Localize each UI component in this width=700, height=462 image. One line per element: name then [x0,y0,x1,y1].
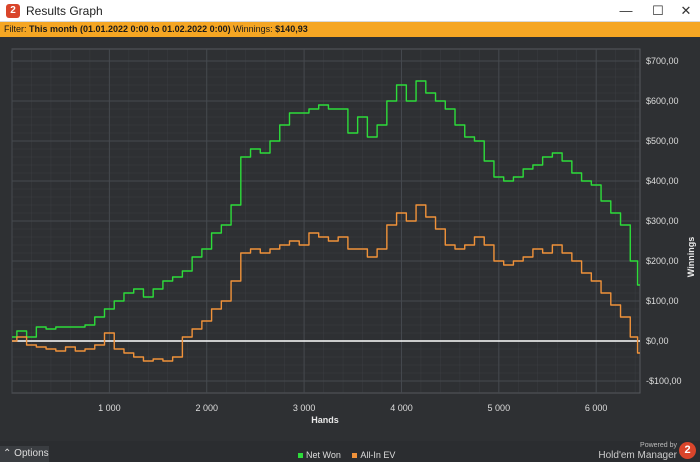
chevron-up-icon: ⌃ [3,448,12,459]
chart-area: 1 000 2 000 3 000 4 000 5 000 6 000 -$100,00 $0… [0,37,700,441]
title-bar: 2 Results Graph — ☐ ✕ [0,0,700,22]
y-axis-title: Winnings [686,237,696,277]
filter-label: Filter: [4,24,27,34]
y-tick-label: $200,00 [646,256,679,266]
close-button[interactable]: ✕ [672,0,700,22]
legend-item-all-in-ev[interactable]: All-In EV [352,450,395,460]
results-graph-window: 2 Results Graph — ☐ ✕ Filter: This month… [0,0,700,462]
powered-by: Powered by Hold'em Manager [598,441,677,462]
window-title: Results Graph [26,4,103,18]
filter-value: This month (01.01.2022 0:00 to 01.02.202… [29,24,231,34]
options-label: Options [14,448,49,459]
y-tick-label: $100,00 [646,296,679,306]
y-tick-label: $600,00 [646,96,679,106]
x-tick-label: 1 000 [98,403,121,413]
maximize-button[interactable]: ☐ [644,0,672,22]
legend-item-net-won[interactable]: Net Won [298,450,341,460]
x-tick-label: 2 000 [195,403,218,413]
results-chart[interactable]: 1 000 2 000 3 000 4 000 5 000 6 000 -$100,00 $0… [0,37,700,441]
x-tick-label: 6 000 [585,403,608,413]
y-tick-label: $300,00 [646,216,679,226]
legend-label-net-won: Net Won [306,450,341,460]
chart-legend: Net Won All-In EV [298,450,404,460]
powered-by-text: Powered by [640,442,677,449]
winnings-value: $140,93 [275,24,308,34]
x-axis-title: Hands [311,415,339,425]
legend-swatch-net-won [298,453,303,459]
x-tick-label: 5 000 [488,403,511,413]
legend-swatch-all-in-ev [352,453,358,459]
y-tick-label: $0,00 [646,336,669,346]
hm2-logo-icon: 2 [679,442,696,459]
product-name: Hold'em Manager [598,450,677,461]
y-tick-label: $500,00 [646,136,679,146]
options-button[interactable]: ⌃ Options [0,446,49,462]
legend-label-all-in-ev: All-In EV [360,450,396,460]
x-tick-label: 4 000 [390,403,413,413]
winnings-label: Winnings: [233,24,273,34]
minimize-button[interactable]: — [612,0,640,22]
x-tick-label: 3 000 [293,403,316,413]
y-tick-label: -$100,00 [646,376,682,386]
y-tick-label: $400,00 [646,176,679,186]
y-tick-label: $700,00 [646,56,679,66]
footer-bar: ⌃ Options Net Won All-In EV Powered by H… [0,441,700,462]
app-logo-icon: 2 [6,4,20,18]
filter-bar[interactable]: Filter: This month (01.01.2022 0:00 to 0… [0,22,700,37]
